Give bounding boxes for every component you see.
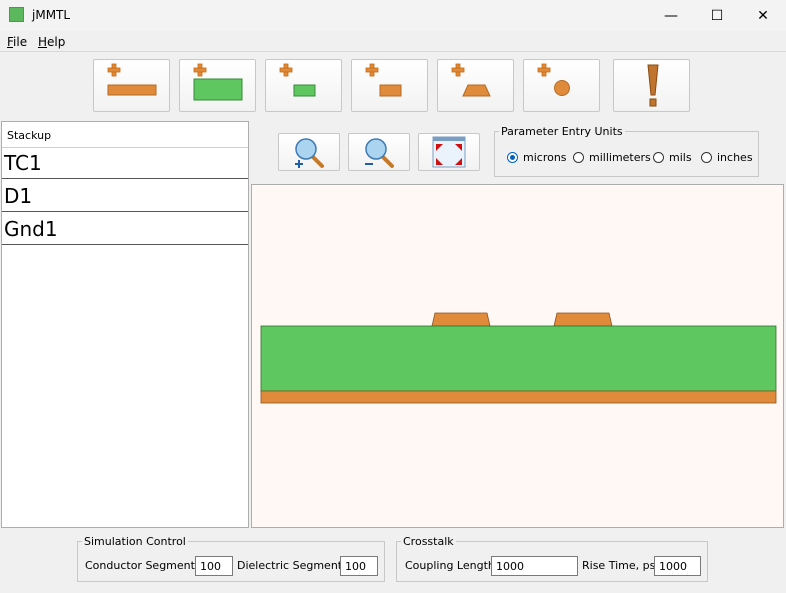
add-trapezoid-conductor-icon bbox=[365, 63, 402, 97]
add-trapezoid-conductor-button[interactable] bbox=[351, 59, 428, 112]
conductor-segments-input[interactable]: 100 bbox=[195, 556, 233, 576]
app-icon bbox=[9, 7, 24, 22]
radio-unselected-icon bbox=[573, 152, 584, 163]
zoom-in-button[interactable] bbox=[278, 133, 340, 171]
coupling-length-input[interactable]: 1000 bbox=[491, 556, 578, 576]
stackup-item-label: D1 bbox=[4, 184, 33, 208]
stackup-item-gnd1[interactable]: Gnd1 bbox=[2, 213, 248, 245]
menu-bar: File Help bbox=[0, 31, 786, 52]
rise-time-input[interactable]: 1000 bbox=[654, 556, 701, 576]
simulation-control-group: Simulation Control Conductor Segments: 1… bbox=[77, 535, 385, 582]
close-button[interactable]: ✕ bbox=[740, 0, 786, 31]
radio-unselected-icon bbox=[701, 152, 712, 163]
trace-tc1-right[interactable] bbox=[553, 312, 613, 327]
minimize-icon: — bbox=[664, 7, 678, 24]
radio-millimeters-label: millimeters bbox=[589, 151, 651, 164]
radio-mils-label: mils bbox=[669, 151, 692, 164]
window-title: jMMTL bbox=[32, 8, 71, 22]
radio-microns[interactable]: microns bbox=[507, 151, 567, 164]
trace-tc1-left[interactable] bbox=[431, 312, 491, 327]
maximize-button[interactable]: ☐ bbox=[694, 0, 740, 31]
radio-microns-label: microns bbox=[523, 151, 567, 164]
ground-plane-gnd1[interactable] bbox=[260, 390, 777, 404]
zoom-in-icon bbox=[295, 138, 324, 168]
zoom-out-icon bbox=[365, 138, 394, 168]
fit-to-window-icon bbox=[432, 136, 466, 168]
add-round-conductor-icon bbox=[537, 63, 570, 96]
radio-selected-icon bbox=[507, 152, 518, 163]
menu-help[interactable]: Help bbox=[38, 35, 65, 49]
radio-inches[interactable]: inches bbox=[701, 151, 753, 164]
parameter-units-legend: Parameter Entry Units bbox=[499, 125, 625, 138]
add-round-conductor-button[interactable] bbox=[523, 59, 600, 112]
stackup-item-label: TC1 bbox=[4, 151, 42, 175]
radio-unselected-icon bbox=[653, 152, 664, 163]
title-bar: jMMTL — ☐ ✕ bbox=[0, 0, 786, 31]
run-simulation-icon bbox=[647, 64, 659, 107]
run-simulation-button[interactable] bbox=[613, 59, 690, 112]
add-dielectric-icon bbox=[193, 63, 243, 101]
stackup-item-tc1[interactable]: TC1 bbox=[2, 147, 248, 179]
add-trapezoid-icon bbox=[451, 63, 491, 97]
cross-section-canvas[interactable] bbox=[251, 184, 784, 528]
cross-section-drawing bbox=[260, 312, 777, 404]
crosstalk-legend: Crosstalk bbox=[401, 535, 456, 548]
fit-to-window-button[interactable] bbox=[418, 133, 480, 171]
radio-millimeters[interactable]: millimeters bbox=[573, 151, 651, 164]
minimize-button[interactable]: — bbox=[648, 0, 694, 31]
dielectric-segments-input[interactable]: 100 bbox=[340, 556, 378, 576]
conductor-segments-label: Conductor Segments: bbox=[85, 559, 205, 572]
add-dielectric-button[interactable] bbox=[179, 59, 256, 112]
stackup-item-d1[interactable]: D1 bbox=[2, 180, 248, 212]
dielectric-d1[interactable] bbox=[260, 325, 777, 392]
coupling-length-label: Coupling Length: bbox=[405, 559, 499, 572]
zoom-out-button[interactable] bbox=[348, 133, 410, 171]
crosstalk-group: Crosstalk Coupling Length: 1000 Rise Tim… bbox=[396, 535, 708, 582]
maximize-icon: ☐ bbox=[710, 7, 724, 24]
stackup-panel: Stackup TC1 D1 Gnd1 bbox=[1, 121, 249, 528]
rise-time-label: Rise Time, ps: bbox=[582, 559, 660, 572]
add-conductor-button[interactable] bbox=[265, 59, 342, 112]
stackup-header-label: Stackup bbox=[7, 129, 52, 142]
menu-help-mnemonic: H bbox=[38, 35, 48, 49]
add-ground-plane-button[interactable] bbox=[93, 59, 170, 112]
menu-help-label: elp bbox=[47, 35, 66, 49]
parameter-units-group: Parameter Entry Units microns millimeter… bbox=[494, 125, 759, 177]
add-trapezoid-button[interactable] bbox=[437, 59, 514, 112]
close-icon: ✕ bbox=[757, 7, 769, 24]
menu-file[interactable]: File bbox=[7, 35, 27, 49]
add-conductor-icon bbox=[279, 63, 316, 97]
radio-mils[interactable]: mils bbox=[653, 151, 692, 164]
stackup-item-label: Gnd1 bbox=[4, 217, 58, 241]
stackup-header: Stackup bbox=[2, 122, 248, 148]
dielectric-segments-label: Dielectric Segments: bbox=[237, 559, 352, 572]
add-ground-plane-icon bbox=[107, 63, 157, 96]
simulation-control-legend: Simulation Control bbox=[82, 535, 188, 548]
menu-file-label: ile bbox=[13, 35, 28, 49]
radio-inches-label: inches bbox=[717, 151, 753, 164]
